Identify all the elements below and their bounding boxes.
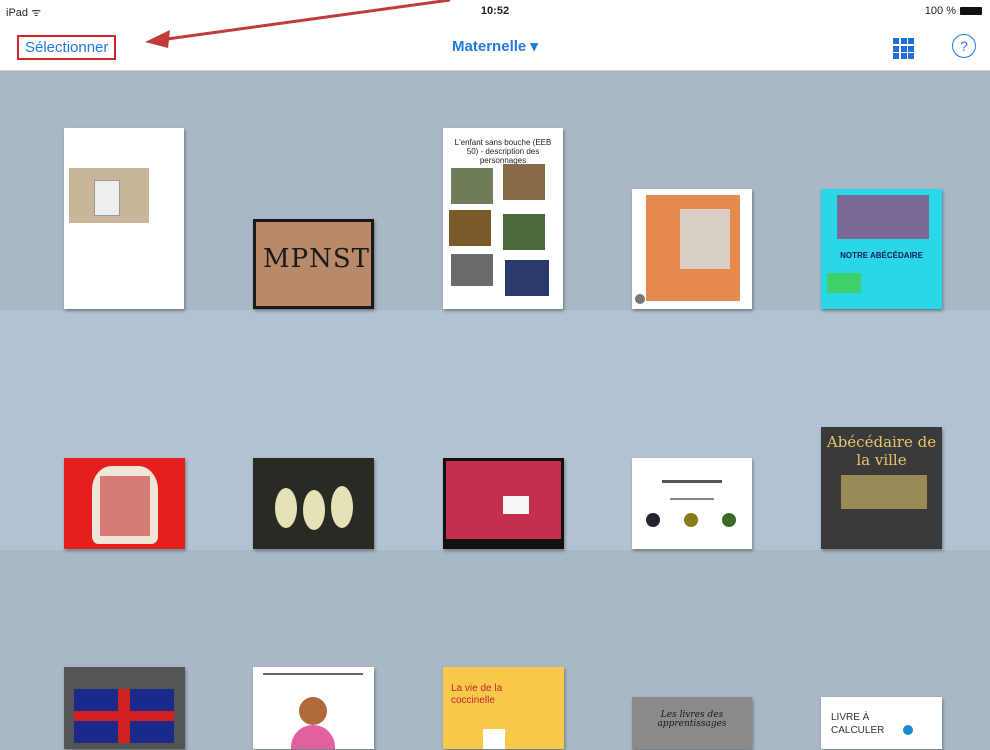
- cover-dot: [903, 725, 913, 735]
- cover-pattern: [100, 476, 150, 536]
- cover-owl: [331, 486, 353, 528]
- book-cover[interactable]: [253, 667, 374, 749]
- book-title: Les livres des apprentissages: [657, 710, 727, 729]
- cover-text-line: [662, 480, 722, 483]
- cover-photo: [451, 168, 493, 204]
- annotation-arrow-icon: [145, 0, 451, 48]
- cover-photo: [837, 195, 929, 239]
- cover-photo: [451, 254, 493, 286]
- cover-logo: [827, 273, 861, 293]
- book-cover[interactable]: L'enfant sans bouche (EEB 50) - descript…: [443, 128, 563, 309]
- book-title: Abécédaire de la ville: [826, 433, 937, 469]
- book-title: NOTRE ABÉCÉDAIRE: [840, 251, 923, 260]
- book-title: LIVRE À CALCULER: [831, 712, 885, 736]
- cover-paper: [680, 209, 730, 269]
- cover-avatar: [299, 697, 327, 725]
- book-cover[interactable]: Abécédaire de la ville: [821, 427, 942, 549]
- cover-owl: [275, 488, 297, 528]
- cover-monster: [684, 513, 698, 527]
- cover-text-line: [263, 673, 363, 675]
- cover-photo: [449, 210, 491, 246]
- cover-photo: [841, 475, 927, 509]
- cover-avatar-body: [291, 725, 335, 749]
- book-cover[interactable]: [64, 667, 185, 749]
- book-cover[interactable]: NOTRE ABÉCÉDAIRE: [821, 189, 942, 309]
- cover-flower: [503, 496, 529, 514]
- cover-text-line: [670, 498, 714, 500]
- book-cover[interactable]: [443, 458, 564, 549]
- cover-photo: [483, 729, 505, 749]
- cover-photo: [503, 214, 545, 250]
- cover-monster: [722, 513, 736, 527]
- book-title: L'enfant sans bouche (EEB 50) - descript…: [454, 138, 552, 165]
- book-cover[interactable]: La vie de la coccinelle: [443, 667, 564, 749]
- cover-flag-stripe: [74, 711, 174, 721]
- cover-badge: [635, 294, 645, 304]
- book-cover[interactable]: [64, 128, 184, 309]
- book-title: La vie de la coccinelle: [451, 683, 503, 706]
- cover-owl: [303, 490, 325, 530]
- cover-drawing: [94, 180, 120, 216]
- book-cover[interactable]: [253, 458, 374, 549]
- cover-photo: [505, 260, 549, 296]
- book-cover[interactable]: LIVRE À CALCULER: [821, 697, 942, 749]
- cover-monster: [646, 513, 660, 527]
- book-cover[interactable]: [632, 458, 752, 549]
- book-cover[interactable]: Les livres des apprentissages: [632, 697, 752, 749]
- book-cover[interactable]: MPNSTO: [253, 219, 374, 309]
- cover-photo: [503, 164, 545, 200]
- book-cover[interactable]: [632, 189, 752, 309]
- book-cover[interactable]: [64, 458, 185, 549]
